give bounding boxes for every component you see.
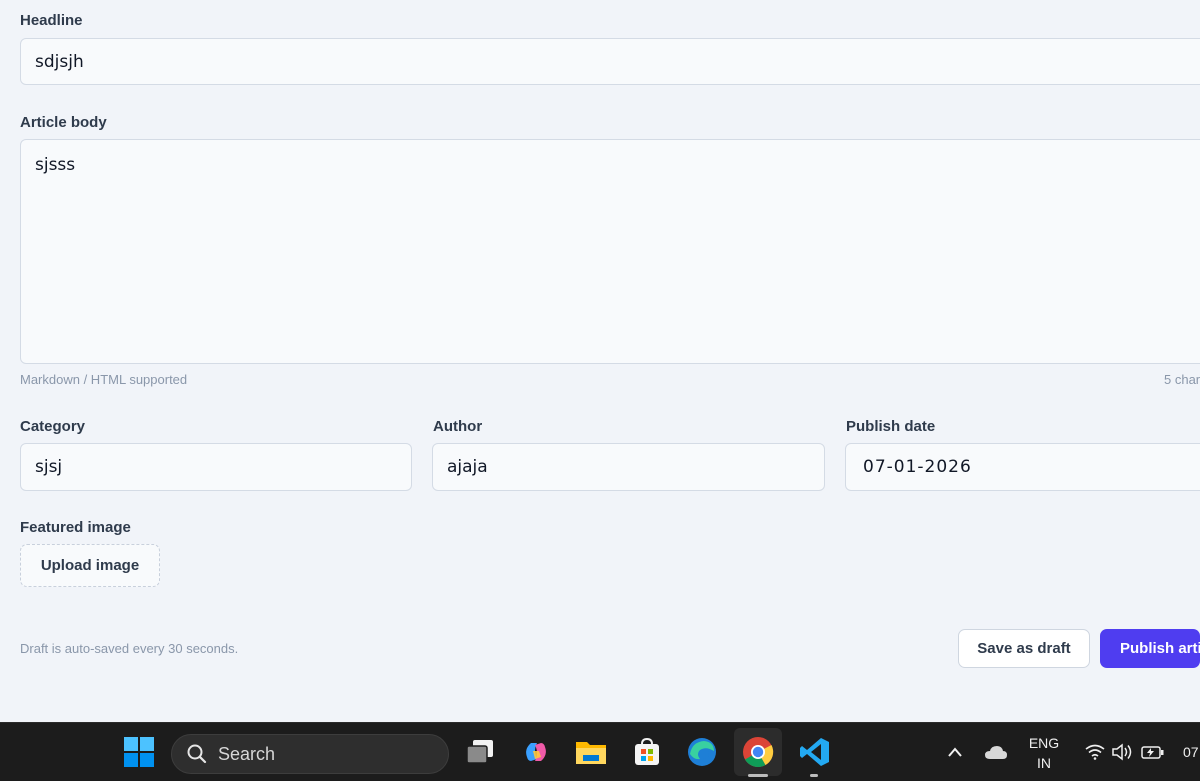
chevron-up-icon	[948, 747, 962, 757]
article-body-textarea[interactable]: sjsss	[20, 139, 1200, 364]
autosave-note: Draft is auto-saved every 30 seconds.	[20, 641, 239, 656]
windows-taskbar: Search ENG IN 07	[0, 722, 1200, 781]
region-code: IN	[1037, 755, 1051, 771]
upload-image-button[interactable]: Upload image	[20, 544, 160, 587]
search-placeholder: Search	[218, 743, 276, 764]
battery-charging-icon	[1141, 746, 1164, 759]
chrome-icon	[743, 737, 774, 768]
headline-value: sdjsjh	[35, 51, 84, 72]
volume-icon	[1112, 743, 1132, 761]
quick-settings-button[interactable]	[1080, 723, 1170, 781]
task-view-button[interactable]	[460, 723, 500, 781]
publish-date-value: 07-01-2026	[863, 457, 972, 477]
microsoft-store-button[interactable]	[626, 723, 668, 781]
language-code: ENG	[1028, 735, 1060, 751]
category-input[interactable]: sjsj	[20, 443, 412, 491]
publish-article-button[interactable]: Publish artic	[1100, 629, 1200, 668]
language-indicator[interactable]: ENG IN	[1024, 733, 1064, 773]
category-label: Category	[20, 418, 86, 435]
category-value: sjsj	[35, 457, 63, 477]
chrome-active-indicator	[748, 774, 768, 777]
search-icon	[187, 744, 207, 764]
show-hidden-icons-button[interactable]	[942, 723, 968, 781]
author-input[interactable]: ajaja	[432, 443, 825, 491]
headline-input[interactable]: sdjsjh	[20, 38, 1200, 85]
article-body-label: Article body	[20, 114, 107, 131]
cloud-icon	[985, 746, 1007, 759]
edge-icon	[688, 738, 716, 766]
edge-browser-button[interactable]	[681, 723, 723, 781]
start-button[interactable]	[118, 723, 160, 781]
wifi-icon	[1085, 744, 1105, 760]
folder-icon	[576, 742, 606, 764]
onedrive-button[interactable]	[982, 723, 1010, 781]
vscode-icon	[800, 738, 829, 766]
vscode-button[interactable]	[794, 723, 836, 781]
featured-image-label: Featured image	[20, 519, 131, 536]
character-counter: 5 char	[1164, 372, 1200, 387]
vscode-running-indicator	[810, 774, 818, 777]
windows-logo-icon	[124, 737, 154, 767]
taskbar-search-box[interactable]: Search	[171, 734, 449, 774]
headline-label: Headline	[20, 12, 83, 29]
author-label: Author	[433, 418, 483, 435]
article-body-hint: Markdown / HTML supported	[20, 372, 188, 387]
store-icon	[635, 737, 659, 765]
article-body-value: sjsss	[35, 155, 76, 175]
save-draft-button[interactable]: Save as draft	[958, 629, 1090, 668]
author-value: ajaja	[447, 457, 488, 477]
task-view-icon	[466, 740, 493, 764]
copilot-icon	[526, 743, 546, 761]
publish-date-input[interactable]: 07-01-2026	[845, 443, 1200, 491]
file-explorer-button[interactable]	[570, 723, 612, 781]
chrome-browser-button[interactable]	[734, 728, 782, 776]
copilot-button[interactable]	[516, 723, 556, 781]
publish-date-label: Publish date	[846, 418, 936, 435]
clock-partial[interactable]: 07	[1183, 742, 1200, 762]
